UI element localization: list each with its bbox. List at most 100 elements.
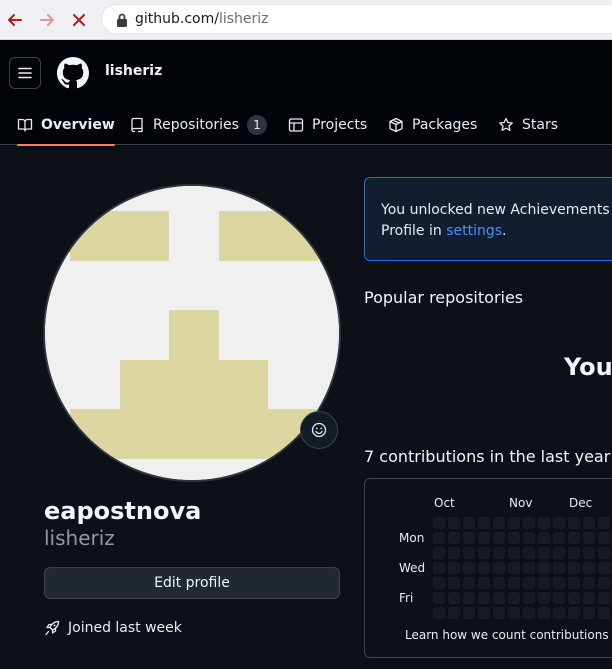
contribution-day-cell[interactable]	[433, 592, 445, 604]
contribution-day-cell[interactable]	[538, 517, 550, 529]
contribution-day-cell[interactable]	[478, 517, 490, 529]
contribution-day-cell[interactable]	[583, 592, 595, 604]
contribution-day-cell[interactable]	[538, 577, 550, 589]
contribution-day-cell[interactable]	[553, 592, 565, 604]
contribution-day-cell[interactable]	[508, 532, 520, 544]
contribution-day-cell[interactable]	[523, 532, 535, 544]
contribution-day-cell[interactable]	[433, 607, 445, 619]
contribution-day-cell[interactable]	[463, 562, 475, 574]
contribution-day-cell[interactable]	[523, 592, 535, 604]
contribution-day-cell[interactable]	[568, 517, 580, 529]
contribution-day-cell[interactable]	[448, 532, 460, 544]
contribution-day-cell[interactable]	[538, 592, 550, 604]
contribution-day-cell[interactable]	[598, 532, 610, 544]
back-button[interactable]	[3, 8, 27, 32]
contribution-day-cell[interactable]	[583, 607, 595, 619]
contribution-day-cell[interactable]	[478, 577, 490, 589]
tab-stars[interactable]: Stars	[498, 104, 558, 145]
contribution-day-cell[interactable]	[493, 607, 505, 619]
contribution-day-cell[interactable]	[478, 607, 490, 619]
contribution-day-cell[interactable]	[553, 547, 565, 559]
contribution-day-cell[interactable]	[493, 577, 505, 589]
menu-button[interactable]	[9, 57, 41, 89]
contribution-day-cell[interactable]	[493, 592, 505, 604]
contribution-day-cell[interactable]	[478, 562, 490, 574]
contribution-day-cell[interactable]	[448, 562, 460, 574]
contribution-day-cell[interactable]	[553, 562, 565, 574]
contribution-day-cell[interactable]	[448, 547, 460, 559]
contribution-day-cell[interactable]	[463, 547, 475, 559]
contribution-day-cell[interactable]	[433, 517, 445, 529]
contribution-day-cell[interactable]	[448, 592, 460, 604]
contribution-day-cell[interactable]	[478, 592, 490, 604]
contribution-day-cell[interactable]	[553, 517, 565, 529]
tab-overview[interactable]: Overview	[17, 104, 115, 146]
tab-packages[interactable]: Packages	[388, 104, 477, 145]
contribution-day-cell[interactable]	[598, 607, 610, 619]
contribution-day-cell[interactable]	[448, 517, 460, 529]
contribution-day-cell[interactable]	[463, 607, 475, 619]
contribution-day-cell[interactable]	[433, 547, 445, 559]
contribution-day-cell[interactable]	[568, 547, 580, 559]
contribution-day-cell[interactable]	[598, 562, 610, 574]
avatar[interactable]	[43, 184, 341, 482]
contribution-day-cell[interactable]	[493, 562, 505, 574]
contribution-day-cell[interactable]	[463, 517, 475, 529]
contribution-day-cell[interactable]	[598, 547, 610, 559]
contribution-day-cell[interactable]	[478, 547, 490, 559]
contribution-day-cell[interactable]	[568, 532, 580, 544]
contribution-day-cell[interactable]	[478, 532, 490, 544]
tab-repositories[interactable]: Repositories 1	[129, 104, 267, 145]
contribution-day-cell[interactable]	[493, 517, 505, 529]
contribution-day-cell[interactable]	[583, 547, 595, 559]
contribution-day-cell[interactable]	[463, 532, 475, 544]
contribution-day-cell[interactable]	[553, 577, 565, 589]
contribution-day-cell[interactable]	[523, 547, 535, 559]
contribution-day-cell[interactable]	[538, 547, 550, 559]
contribution-day-cell[interactable]	[433, 562, 445, 574]
address-bar[interactable]: github.com/lisheriz	[101, 4, 612, 34]
contribution-day-cell[interactable]	[568, 577, 580, 589]
contribution-day-cell[interactable]	[493, 547, 505, 559]
contribution-day-cell[interactable]	[568, 592, 580, 604]
contribution-day-cell[interactable]	[553, 607, 565, 619]
contribution-day-cell[interactable]	[583, 532, 595, 544]
contribution-day-cell[interactable]	[508, 607, 520, 619]
contribution-day-cell[interactable]	[508, 547, 520, 559]
contribution-day-cell[interactable]	[493, 532, 505, 544]
contribution-day-cell[interactable]	[433, 577, 445, 589]
stop-loading-button[interactable]	[67, 8, 91, 32]
contribution-day-cell[interactable]	[583, 577, 595, 589]
header-username[interactable]: lisheriz	[105, 63, 162, 79]
contribution-day-cell[interactable]	[568, 562, 580, 574]
learn-contributions-link[interactable]: Learn how we count contributions	[405, 628, 609, 642]
contribution-day-cell[interactable]	[463, 592, 475, 604]
contribution-day-cell[interactable]	[463, 577, 475, 589]
forward-button[interactable]	[35, 8, 59, 32]
contribution-day-cell[interactable]	[523, 562, 535, 574]
contribution-day-cell[interactable]	[598, 517, 610, 529]
contribution-day-cell[interactable]	[433, 532, 445, 544]
contribution-day-cell[interactable]	[508, 577, 520, 589]
contribution-day-cell[interactable]	[583, 517, 595, 529]
contribution-day-cell[interactable]	[508, 562, 520, 574]
contribution-day-cell[interactable]	[598, 592, 610, 604]
contribution-day-cell[interactable]	[523, 577, 535, 589]
contribution-day-cell[interactable]	[598, 577, 610, 589]
contribution-day-cell[interactable]	[448, 577, 460, 589]
contribution-day-cell[interactable]	[448, 607, 460, 619]
contribution-day-cell[interactable]	[538, 532, 550, 544]
contribution-day-cell[interactable]	[538, 562, 550, 574]
set-status-button[interactable]	[300, 411, 338, 449]
contribution-day-cell[interactable]	[583, 562, 595, 574]
tab-projects[interactable]: Projects	[288, 104, 367, 145]
settings-link[interactable]: settings	[446, 223, 502, 239]
contribution-day-cell[interactable]	[508, 517, 520, 529]
contribution-day-cell[interactable]	[553, 532, 565, 544]
github-logo-icon[interactable]	[57, 57, 89, 89]
contribution-day-cell[interactable]	[523, 517, 535, 529]
contribution-day-cell[interactable]	[508, 592, 520, 604]
contribution-day-cell[interactable]	[538, 607, 550, 619]
contribution-day-cell[interactable]	[523, 607, 535, 619]
contribution-day-cell[interactable]	[568, 607, 580, 619]
